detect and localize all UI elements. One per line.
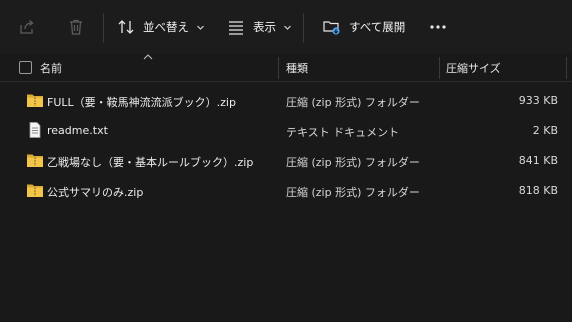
share-icon — [20, 20, 34, 34]
column-divider[interactable] — [278, 57, 279, 79]
file-name: 乙戦場なし（要・基本ルールブック）.zip — [47, 156, 254, 169]
trash-icon — [70, 19, 82, 35]
extract-folder-icon — [323, 21, 340, 35]
file-type: テキスト ドキュメント — [286, 126, 400, 139]
toolbar-separator — [103, 13, 104, 43]
file-row[interactable]: readme.txt テキスト ドキュメント 2 KB — [0, 116, 572, 146]
file-size: 933 KB — [518, 94, 558, 107]
view-list-icon — [229, 21, 243, 35]
file-type: 圧縮 (zip 形式) フォルダー — [286, 96, 420, 109]
chevron-down-icon — [284, 25, 291, 30]
zip-folder-icon — [27, 94, 43, 107]
column-divider[interactable] — [566, 57, 567, 79]
column-header-size[interactable]: 圧縮サイズ — [446, 60, 501, 76]
select-all-checkbox[interactable] — [19, 61, 32, 74]
column-divider[interactable] — [439, 57, 440, 79]
view-button[interactable]: 表示 — [226, 12, 292, 42]
more-icon — [430, 25, 446, 29]
sort-button[interactable]: 並べ替え — [116, 12, 205, 42]
file-type: 圧縮 (zip 形式) フォルダー — [286, 156, 420, 169]
file-size: 2 KB — [532, 124, 558, 137]
column-header-name[interactable]: 名前 — [40, 60, 62, 76]
toolbar-separator — [303, 13, 304, 43]
sort-ascending-icon — [143, 54, 153, 60]
view-label: 表示 — [253, 20, 276, 34]
zip-folder-icon — [27, 154, 43, 167]
file-row[interactable]: 乙戦場なし（要・基本ルールブック）.zip 圧縮 (zip 形式) フォルダー … — [0, 146, 572, 176]
column-header-type[interactable]: 種類 — [286, 60, 308, 76]
share-button[interactable] — [17, 12, 37, 42]
sort-arrows-icon — [118, 20, 134, 34]
file-row[interactable]: FULL（要・鞍馬神流流派ブック）.zip 圧縮 (zip 形式) フォルダー … — [0, 86, 572, 116]
extract-all-label: すべて展開 — [349, 20, 406, 34]
more-options-button[interactable] — [428, 12, 448, 42]
file-type: 圧縮 (zip 形式) フォルダー — [286, 186, 420, 199]
zip-folder-icon — [27, 184, 43, 197]
extract-all-button[interactable]: すべて展開 — [322, 12, 405, 42]
sort-label: 並べ替え — [143, 20, 189, 34]
command-bar: 並べ替え 表示 すべて展開 — [0, 0, 572, 54]
file-row[interactable]: 公式サマリのみ.zip 圧縮 (zip 形式) フォルダー 818 KB — [0, 176, 572, 206]
chevron-down-icon — [197, 25, 204, 30]
file-size: 841 KB — [518, 154, 558, 167]
delete-button[interactable] — [66, 12, 86, 42]
text-document-icon — [29, 122, 41, 138]
file-name: 公式サマリのみ.zip — [47, 186, 144, 199]
file-name: readme.txt — [47, 124, 108, 137]
file-name: FULL（要・鞍馬神流流派ブック）.zip — [47, 96, 236, 109]
file-size: 818 KB — [518, 184, 558, 197]
